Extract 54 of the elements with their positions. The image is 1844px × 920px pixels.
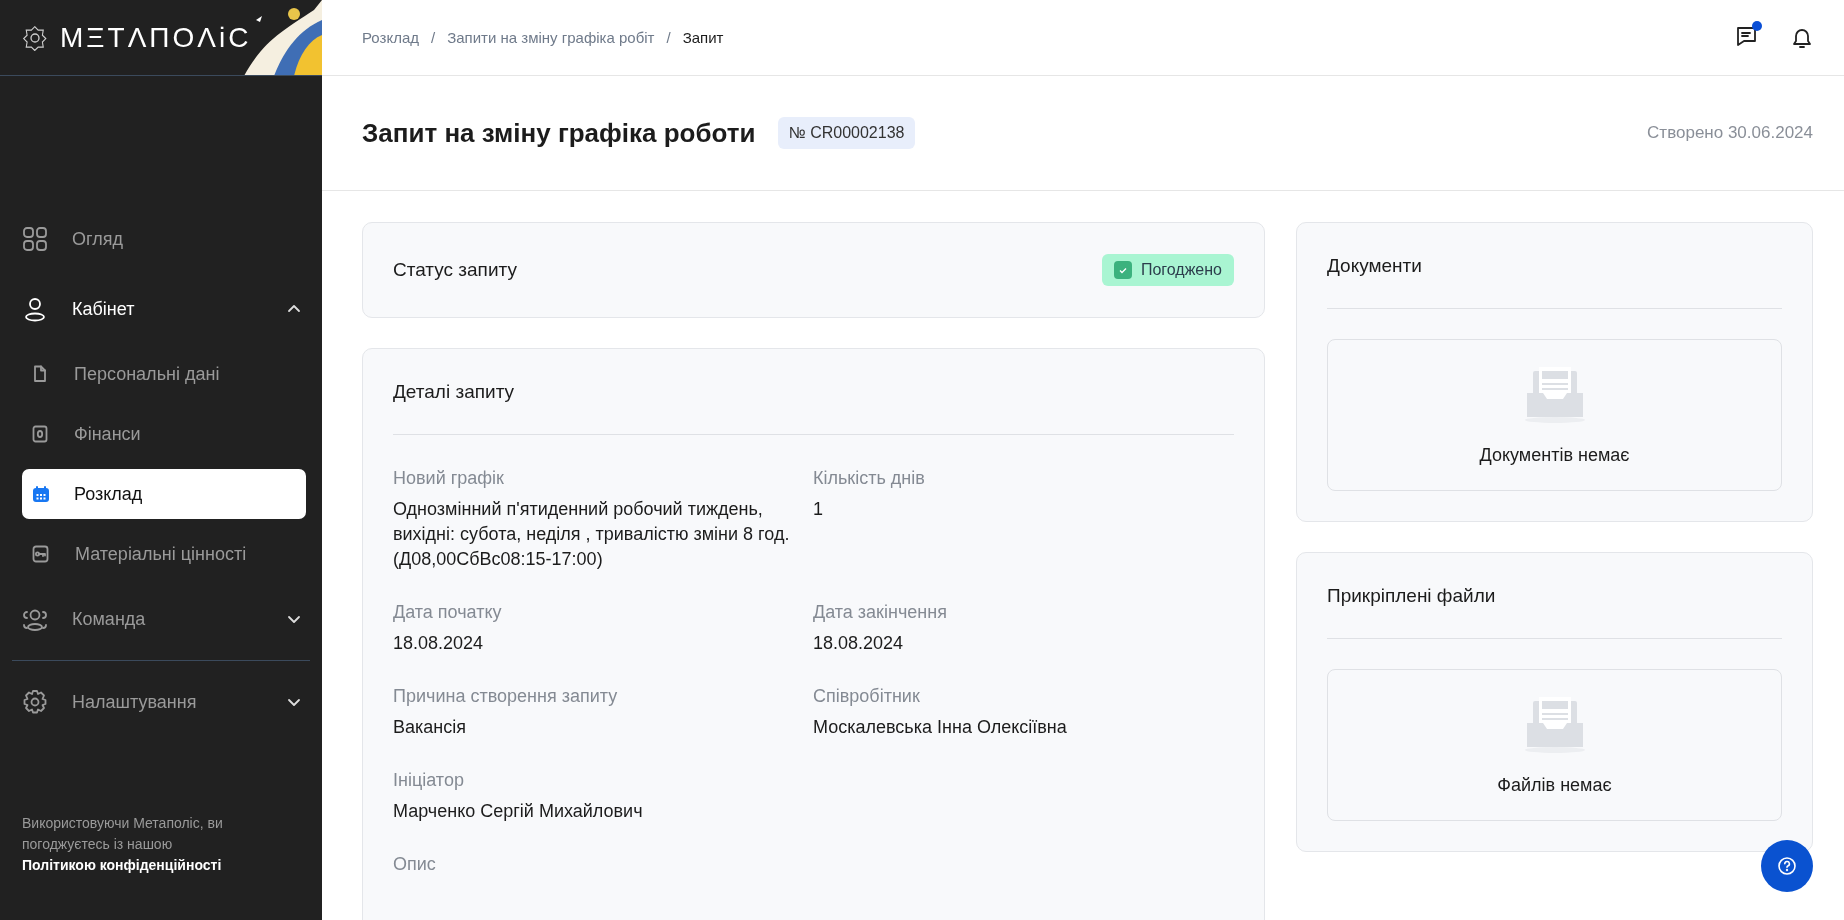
status-badge: Погоджено — [1101, 254, 1234, 286]
sidebar-item[interactable]: Фінанси — [22, 409, 306, 459]
sidebar-item[interactable]: Персональні дані — [22, 349, 306, 399]
field-label: Ініціатор — [393, 770, 465, 791]
card-title: Статус запиту — [393, 259, 517, 281]
help-button[interactable] — [1761, 840, 1813, 892]
logo-text: МΞТΛПОΛіС — [60, 21, 252, 54]
breadcrumb-separator: / — [431, 29, 436, 46]
privacy-policy-link[interactable]: Політикою конфіденційності — [22, 857, 222, 873]
field-label: Співробітник — [813, 686, 921, 707]
field-label: Новий графік — [393, 468, 505, 489]
breadcrumb-link[interactable]: Запити на зміну графіка робіт — [447, 29, 655, 46]
field-value: 18.08.2024 — [813, 632, 905, 655]
breadcrumb-link[interactable]: Розклад — [362, 29, 419, 46]
field-label: Кількість днів — [813, 468, 926, 489]
field-value: Марченко Сергій Михайлович — [393, 800, 644, 823]
field-value: Москалевська Інна Олексіївна — [813, 716, 1068, 739]
page-title: Запит на зміну графіка роботи — [362, 117, 756, 149]
card-title: Прикріплені файли — [1327, 584, 1496, 607]
messages-icon[interactable] — [1735, 24, 1758, 47]
breadcrumb-separator: / — [666, 29, 671, 46]
check-icon — [1113, 261, 1132, 279]
notification-bell-icon[interactable] — [1790, 26, 1814, 49]
privacy-notice: Використовуючи Метаполіс, ви погоджуєтесь із нашою Політикою конфіденційності — [21, 814, 224, 875]
sidebar-group[interactable]: Налаштування — [0, 667, 322, 737]
field-label: Дата закінчення — [813, 602, 948, 623]
card-title: Деталі запиту — [393, 380, 515, 403]
document-icon — [32, 365, 48, 383]
help-icon — [1777, 856, 1797, 876]
sidebar-group[interactable]: Кабінет — [0, 274, 322, 344]
sidebar-item[interactable]: Огляд — [0, 204, 322, 274]
sidebar-item[interactable]: Розклад — [22, 469, 306, 519]
user-icon — [22, 296, 48, 322]
logo-mark-icon — [22, 24, 48, 51]
field-label: Причина створення запиту — [393, 686, 619, 707]
field-label: Опис — [393, 854, 437, 875]
empty-message: Документів немає — [1479, 444, 1630, 466]
card-title: Документи — [1327, 254, 1422, 277]
request-number: № CR00002138 — [777, 117, 916, 149]
field-value: Однозмінний п'ятиденний робочий тиждень, вихідні: субота, неділя , тривалістю зміни 8 год. (Д08,00СбВс08:15-17:00) — [393, 498, 791, 571]
settings-icon — [22, 689, 48, 715]
field-value: 18.08.2024 — [393, 632, 485, 655]
wallet-icon — [32, 425, 48, 443]
current-page-label: Запит — [682, 29, 724, 46]
field-value: 1 — [813, 498, 824, 521]
calendar-icon — [32, 485, 50, 503]
empty-message: Файлів немає — [1497, 774, 1612, 796]
grid-icon — [22, 226, 48, 252]
field-label: Дата початку — [393, 602, 503, 623]
created-date: Створено 30.06.2024 — [1647, 123, 1813, 143]
key-icon — [32, 545, 49, 563]
sidebar-group[interactable]: Команда — [0, 584, 322, 654]
field-value: Вакансія — [393, 716, 467, 739]
sidebar-item[interactable]: Матеріальні цінності — [22, 529, 306, 579]
